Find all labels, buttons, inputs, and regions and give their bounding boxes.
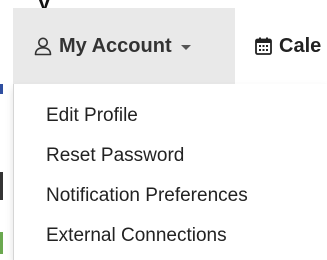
my-account-label: My Account xyxy=(59,34,172,57)
user-icon xyxy=(33,36,53,56)
my-account-dropdown-menu: Edit Profile Reset Password Notification… xyxy=(13,84,327,260)
background-page-fragment xyxy=(0,172,3,200)
background-page-fragment xyxy=(0,232,3,254)
menu-item-edit-profile[interactable]: Edit Profile xyxy=(14,96,327,136)
menu-item-reset-password[interactable]: Reset Password xyxy=(14,136,327,176)
my-account-menu-button[interactable]: My Account xyxy=(13,8,235,84)
page: y My Account xyxy=(0,0,327,260)
menu-item-notification-preferences[interactable]: Notification Preferences xyxy=(14,176,327,216)
background-page-fragment xyxy=(0,84,3,94)
menu-item-external-connections[interactable]: External Connections xyxy=(14,216,327,256)
calendar-label: Cale xyxy=(279,34,322,57)
calendar-nav-link[interactable]: Cale xyxy=(255,8,321,84)
caret-down-icon xyxy=(180,44,191,50)
calendar-icon xyxy=(255,37,272,55)
top-navbar: My Account Cale xyxy=(0,8,327,84)
